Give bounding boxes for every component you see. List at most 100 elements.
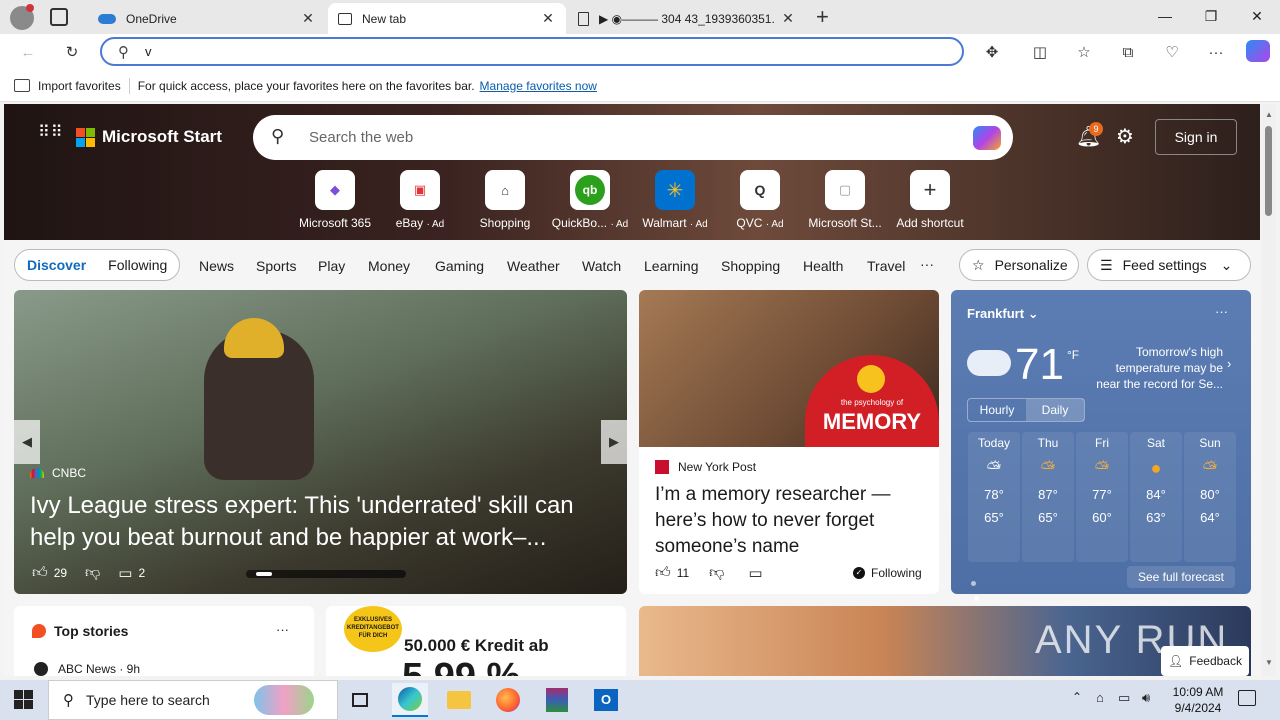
sign-in-button[interactable]: Sign in bbox=[1155, 119, 1237, 155]
split-screen-icon[interactable]: ◫ bbox=[1028, 40, 1052, 64]
nav-more-icon[interactable]: ··· bbox=[920, 256, 934, 272]
profile-avatar[interactable] bbox=[10, 4, 34, 30]
thumbs-down-icon[interactable]: 👎︎ bbox=[709, 564, 724, 582]
close-window-button[interactable]: ✕ bbox=[1234, 0, 1280, 32]
collections-icon[interactable]: ⧉ bbox=[1116, 40, 1140, 64]
weather-page-dots[interactable] bbox=[971, 574, 985, 601]
tab-discover[interactable]: Discover bbox=[27, 257, 86, 273]
shortcut-shopping[interactable]: ⌂ Shopping bbox=[464, 170, 546, 230]
shortcut-qvc[interactable]: Q QVC · Ad bbox=[719, 170, 801, 230]
story-headline[interactable]: Ivy League stress expert: This 'underrat… bbox=[30, 490, 610, 554]
hourly-tab[interactable]: Hourly bbox=[968, 399, 1026, 421]
browser-essentials-icon[interactable]: ♡ bbox=[1160, 40, 1184, 64]
import-favorites-button[interactable]: Import favorites bbox=[38, 79, 121, 93]
daily-tab[interactable]: Daily bbox=[1026, 399, 1084, 421]
tab-media[interactable]: ▶ ◉——— 304 43_1939360351. ✕ bbox=[568, 3, 806, 34]
volume-icon[interactable]: 🔊︎ bbox=[1142, 690, 1150, 706]
close-tab-icon[interactable]: ✕ bbox=[540, 10, 556, 27]
scrollbar-thumb[interactable] bbox=[1265, 126, 1272, 216]
web-search-box[interactable]: ⚲ Search the web bbox=[253, 115, 1013, 160]
show-hidden-icons-icon[interactable]: ⌃ bbox=[1072, 690, 1082, 704]
file-explorer-icon[interactable] bbox=[441, 683, 477, 717]
task-view-icon[interactable] bbox=[342, 683, 378, 717]
feedback-button[interactable]: 👤︎ Feedback bbox=[1161, 646, 1249, 676]
thumbs-up-icon[interactable]: 👍︎ bbox=[655, 564, 671, 582]
winrar-icon[interactable] bbox=[539, 683, 575, 717]
nav-money[interactable]: Money bbox=[368, 258, 410, 274]
story-headline[interactable]: I’m a memory researcher — here’s how to … bbox=[655, 482, 930, 560]
network-icon[interactable]: ⌂ bbox=[1096, 690, 1104, 705]
nav-play[interactable]: Play bbox=[318, 258, 345, 274]
address-bar[interactable]: ⚲ v bbox=[100, 37, 964, 66]
manage-favorites-link[interactable]: Manage favorites now bbox=[480, 79, 597, 93]
more-menu-icon[interactable]: ··· bbox=[1204, 40, 1228, 64]
scroll-down-arrow[interactable]: ▼ bbox=[1265, 658, 1273, 667]
tab-following[interactable]: Following bbox=[108, 257, 167, 273]
apps-grid-icon[interactable]: ⠿⠿ bbox=[38, 125, 62, 148]
weather-more-icon[interactable]: ··· bbox=[1215, 304, 1228, 319]
thumbs-down-icon[interactable]: 👎︎ bbox=[85, 564, 100, 582]
story-card-image[interactable]: ANY RUN 👤︎ Feedback bbox=[639, 606, 1251, 676]
nav-weather[interactable]: Weather bbox=[507, 258, 560, 274]
back-arrow-icon[interactable]: ← bbox=[16, 40, 40, 64]
nav-news[interactable]: News bbox=[199, 258, 234, 274]
copilot-icon[interactable] bbox=[1246, 40, 1270, 62]
chevron-right-icon[interactable]: › bbox=[1227, 356, 1231, 371]
scroll-up-arrow[interactable]: ▲ bbox=[1265, 110, 1273, 119]
more-options-icon[interactable]: ··· bbox=[276, 622, 289, 637]
shortcut-microsoft-store[interactable]: ▢ Microsoft St... bbox=[804, 170, 886, 230]
edge-taskbar-icon[interactable] bbox=[392, 683, 428, 717]
comment-icon[interactable]: ▭ bbox=[118, 564, 132, 582]
settings-gear-icon[interactable]: ⚙ bbox=[1116, 124, 1134, 149]
tab-actions-icon[interactable] bbox=[50, 8, 68, 26]
restore-button[interactable]: ❐ bbox=[1188, 0, 1234, 32]
nav-shopping[interactable]: Shopping bbox=[721, 258, 780, 274]
forecast-day[interactable]: Sat ● 84° 63° bbox=[1130, 432, 1182, 562]
feed-settings-button[interactable]: ☰ Feed settings ⌄ bbox=[1087, 249, 1251, 281]
shortcut-ebay[interactable]: ▣ eBay · Ad bbox=[379, 170, 461, 230]
refresh-icon[interactable]: ↻ bbox=[60, 40, 84, 64]
following-indicator[interactable]: ✓ Following bbox=[853, 566, 922, 580]
weather-card[interactable]: Frankfurt ⌄ ··· 71 °F Tomorrow's high te… bbox=[951, 290, 1251, 601]
tab-onedrive[interactable]: OneDrive ✕ bbox=[88, 3, 326, 34]
outlook-icon[interactable]: O bbox=[588, 683, 624, 717]
weather-alert[interactable]: Tomorrow's high temperature may be near … bbox=[1093, 344, 1223, 392]
extensions-icon[interactable]: ✥ bbox=[980, 40, 1004, 64]
copilot-icon[interactable] bbox=[973, 126, 1001, 150]
brand-title[interactable]: Microsoft Start bbox=[102, 127, 222, 147]
weather-city[interactable]: Frankfurt ⌄ bbox=[967, 306, 1039, 322]
close-tab-icon[interactable]: ✕ bbox=[300, 10, 316, 27]
firefox-icon[interactable] bbox=[490, 683, 526, 717]
nav-sports[interactable]: Sports bbox=[256, 258, 296, 274]
page-scrollbar[interactable]: ▲ ▼ bbox=[1262, 104, 1276, 676]
nav-health[interactable]: Health bbox=[803, 258, 843, 274]
carousel-prev-arrow[interactable]: ◀ bbox=[14, 420, 40, 464]
forecast-day[interactable]: Fri ⛅︎ 77° 60° bbox=[1076, 432, 1128, 562]
address-input[interactable]: v bbox=[145, 44, 152, 59]
story-card-memory[interactable]: the psychology of MEMORY New York Post I… bbox=[639, 290, 939, 594]
favorites-icon[interactable]: ☆ bbox=[1072, 40, 1096, 64]
notification-center-icon[interactable] bbox=[1238, 690, 1256, 706]
forecast-day[interactable]: Sun ⛅︎ 80° 64° bbox=[1184, 432, 1236, 562]
nav-learning[interactable]: Learning bbox=[644, 258, 699, 274]
new-tab-button[interactable]: + bbox=[816, 4, 829, 30]
wifi-icon[interactable]: ▭ bbox=[1118, 690, 1130, 706]
thumbs-up-icon[interactable]: 👍︎ bbox=[32, 564, 48, 582]
ad-card[interactable]: EXKLUSIVES KREDITANGEBOT FÜR DICH 50.000… bbox=[326, 606, 626, 676]
nav-travel[interactable]: Travel bbox=[867, 258, 905, 274]
system-clock[interactable]: 10:09 AM 9/4/2024 bbox=[1162, 684, 1234, 716]
forecast-day[interactable]: Thu ⛅︎ 87° 65° bbox=[1022, 432, 1074, 562]
minimize-button[interactable]: — bbox=[1142, 0, 1188, 32]
windows-start-icon[interactable] bbox=[14, 690, 34, 710]
nav-gaming[interactable]: Gaming bbox=[435, 258, 484, 274]
taskbar-search-box[interactable]: ⚲ Type here to search bbox=[48, 680, 338, 720]
shortcut-walmart[interactable]: ✳ Walmart · Ad bbox=[634, 170, 716, 230]
shortcut-microsoft-365[interactable]: ◆ Microsoft 365 bbox=[294, 170, 376, 230]
shortcut-add[interactable]: + Add shortcut bbox=[889, 170, 971, 230]
personalize-button[interactable]: ☆ Personalize bbox=[959, 249, 1079, 281]
comment-icon[interactable]: ▭ bbox=[748, 564, 762, 582]
tab-new-tab[interactable]: New tab ✕ bbox=[328, 3, 566, 34]
close-tab-icon[interactable]: ✕ bbox=[780, 10, 796, 27]
shortcut-quickbooks[interactable]: qb QuickBo... · Ad bbox=[549, 170, 631, 230]
carousel-next-arrow[interactable]: ▶ bbox=[601, 420, 627, 464]
